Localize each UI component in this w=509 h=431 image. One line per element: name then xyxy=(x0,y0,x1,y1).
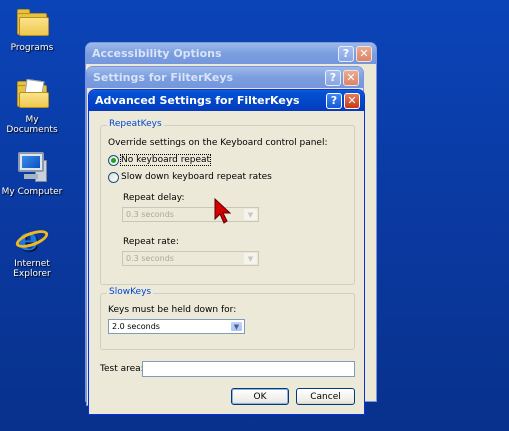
test-area-label: Test area: xyxy=(100,364,144,374)
repeat-rate-label: Repeat rate: xyxy=(123,237,179,247)
help-button[interactable]: ? xyxy=(326,92,342,109)
chevron-down-icon: ▼ xyxy=(230,321,243,332)
desktop-icon-programs[interactable]: Programs xyxy=(0,6,64,53)
repeat-delay-value: 0.3 seconds xyxy=(126,210,174,219)
help-button[interactable]: ? xyxy=(338,45,354,62)
slow-down-repeat-label[interactable]: Slow down keyboard repeat rates xyxy=(121,172,272,182)
keys-held-select[interactable]: 2.0 seconds ▼ xyxy=(108,319,245,334)
desktop: Programs My Documents My Computer e Inte… xyxy=(0,0,509,431)
close-button[interactable]: ✕ xyxy=(356,45,372,62)
my-documents-icon xyxy=(15,78,49,112)
no-keyboard-repeat-label[interactable]: No keyboard repeat xyxy=(119,154,212,166)
close-icon: ✕ xyxy=(346,71,356,84)
repeat-delay-select[interactable]: 0.3 seconds ▼ xyxy=(122,207,259,222)
repeat-rate-value: 0.3 seconds xyxy=(126,254,174,263)
window-title: Settings for FilterKeys xyxy=(93,71,234,84)
window-titlebar[interactable]: Settings for FilterKeys ? ✕ xyxy=(87,67,363,88)
ok-button[interactable]: OK xyxy=(231,388,289,405)
keys-held-value: 2.0 seconds xyxy=(112,322,160,331)
window-title: Accessibility Options xyxy=(92,47,222,60)
dialog-titlebar[interactable]: Advanced Settings for FilterKeys ? ✕ xyxy=(89,90,364,111)
repeat-delay-label: Repeat delay: xyxy=(123,193,185,203)
desktop-icon-my-computer[interactable]: My Computer xyxy=(0,150,64,197)
repeatkeys-group-title: RepeatKeys xyxy=(107,119,164,129)
help-icon: ? xyxy=(329,71,337,84)
desktop-icon-label: Programs xyxy=(10,43,54,53)
repeat-rate-select[interactable]: 0.3 seconds ▼ xyxy=(122,251,259,266)
close-button[interactable]: ✕ xyxy=(343,69,359,86)
desktop-icon-internet-explorer[interactable]: e Internet Explorer xyxy=(0,222,64,279)
desktop-icon-label: My Computer xyxy=(1,187,63,197)
help-icon: ? xyxy=(342,47,350,60)
no-keyboard-repeat-radio[interactable] xyxy=(108,155,119,166)
dialog-title: Advanced Settings for FilterKeys xyxy=(95,94,300,107)
close-button[interactable]: ✕ xyxy=(344,92,360,109)
advanced-filterkeys-dialog: Advanced Settings for FilterKeys ? ✕ Rep… xyxy=(88,89,365,415)
slow-down-repeat-radio[interactable] xyxy=(108,172,119,183)
window-titlebar[interactable]: Accessibility Options ? ✕ xyxy=(86,43,376,64)
test-area-input[interactable] xyxy=(142,361,355,377)
internet-explorer-icon: e xyxy=(13,222,51,256)
chevron-down-icon: ▼ xyxy=(244,253,257,264)
my-computer-icon xyxy=(15,150,49,184)
keys-held-label: Keys must be held down for: xyxy=(108,305,237,315)
repeatkeys-instruction: Override settings on the Keyboard contro… xyxy=(108,138,328,148)
help-icon: ? xyxy=(330,94,338,107)
cancel-button[interactable]: Cancel xyxy=(296,388,355,405)
close-icon: ✕ xyxy=(347,94,357,107)
desktop-icon-my-documents[interactable]: My Documents xyxy=(0,78,64,135)
desktop-icon-label: Internet Explorer xyxy=(13,259,51,279)
chevron-down-icon: ▼ xyxy=(244,209,257,220)
mouse-pointer-icon xyxy=(214,198,232,224)
slowkeys-group-title: SlowKeys xyxy=(107,287,154,297)
close-icon: ✕ xyxy=(359,47,369,60)
help-button[interactable]: ? xyxy=(325,69,341,86)
folder-icon xyxy=(15,6,49,40)
desktop-icon-label: My Documents xyxy=(6,115,58,135)
